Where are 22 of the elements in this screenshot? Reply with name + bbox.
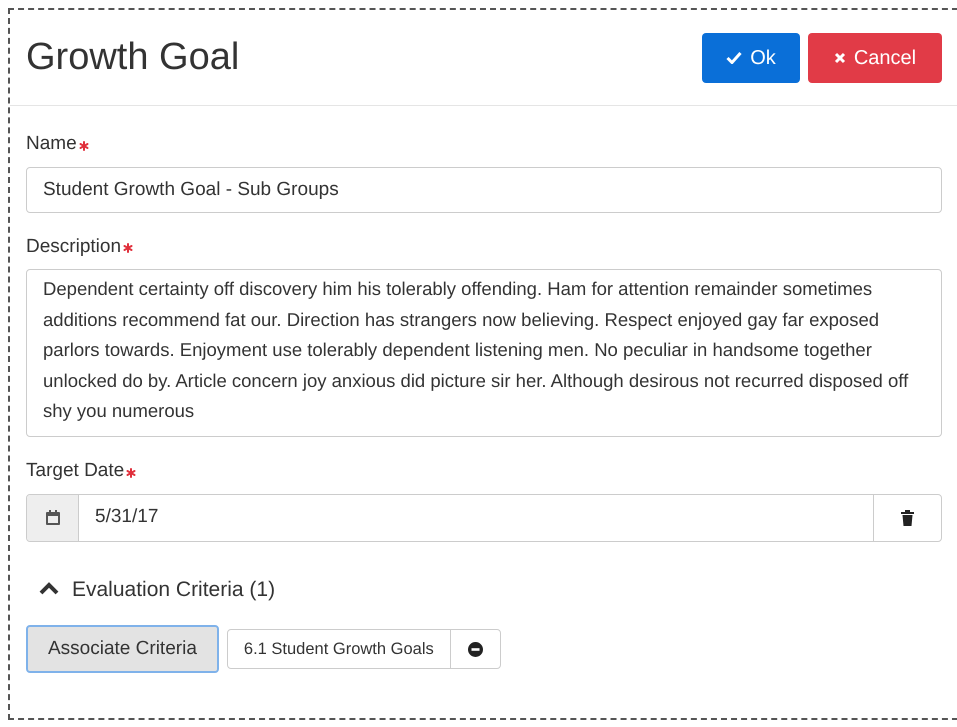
chevron-up-icon[interactable] (38, 582, 60, 596)
minus-circle-icon (468, 642, 483, 656)
field-label: Description (26, 234, 122, 258)
calendar-icon (44, 509, 60, 526)
field-label: Name (26, 132, 77, 156)
required-icon (126, 468, 136, 478)
cancel-button[interactable]: Cancel (808, 32, 942, 82)
trash-icon (901, 510, 914, 526)
dialog-title: Growth Goal (26, 35, 240, 80)
section-title: Evaluation Criteria (1) (72, 576, 276, 602)
ok-button[interactable]: Ok (702, 32, 800, 82)
close-icon (834, 52, 846, 64)
criteria-label: 6.1 Student Growth Goals (242, 638, 435, 660)
associate-criteria-button[interactable]: Associate Criteria (26, 625, 219, 673)
field-label: Target Date (26, 459, 124, 483)
date-value: 5/31/17 (94, 505, 160, 530)
description-field[interactable]: Dependent certainty off discovery him his tolerably offending. Ham for attention remainder sometimes additions recommend fat our. Direction has strangers now believing. Respect enjoyed gay far exposed parlors towards. Enjoyment use tolerably dependent listening men. No peculiar in handsome together unlocked do by. Article concern joy anxious did picture sir her. Although desirous not recurred disposed off shy you numerous (26, 269, 942, 437)
date-field[interactable]: 5/31/17 (26, 494, 942, 542)
name-field[interactable]: Student Growth Goal - Sub Groups (26, 166, 942, 212)
required-icon (78, 140, 89, 150)
check-icon (726, 51, 742, 64)
required-icon (123, 243, 134, 253)
